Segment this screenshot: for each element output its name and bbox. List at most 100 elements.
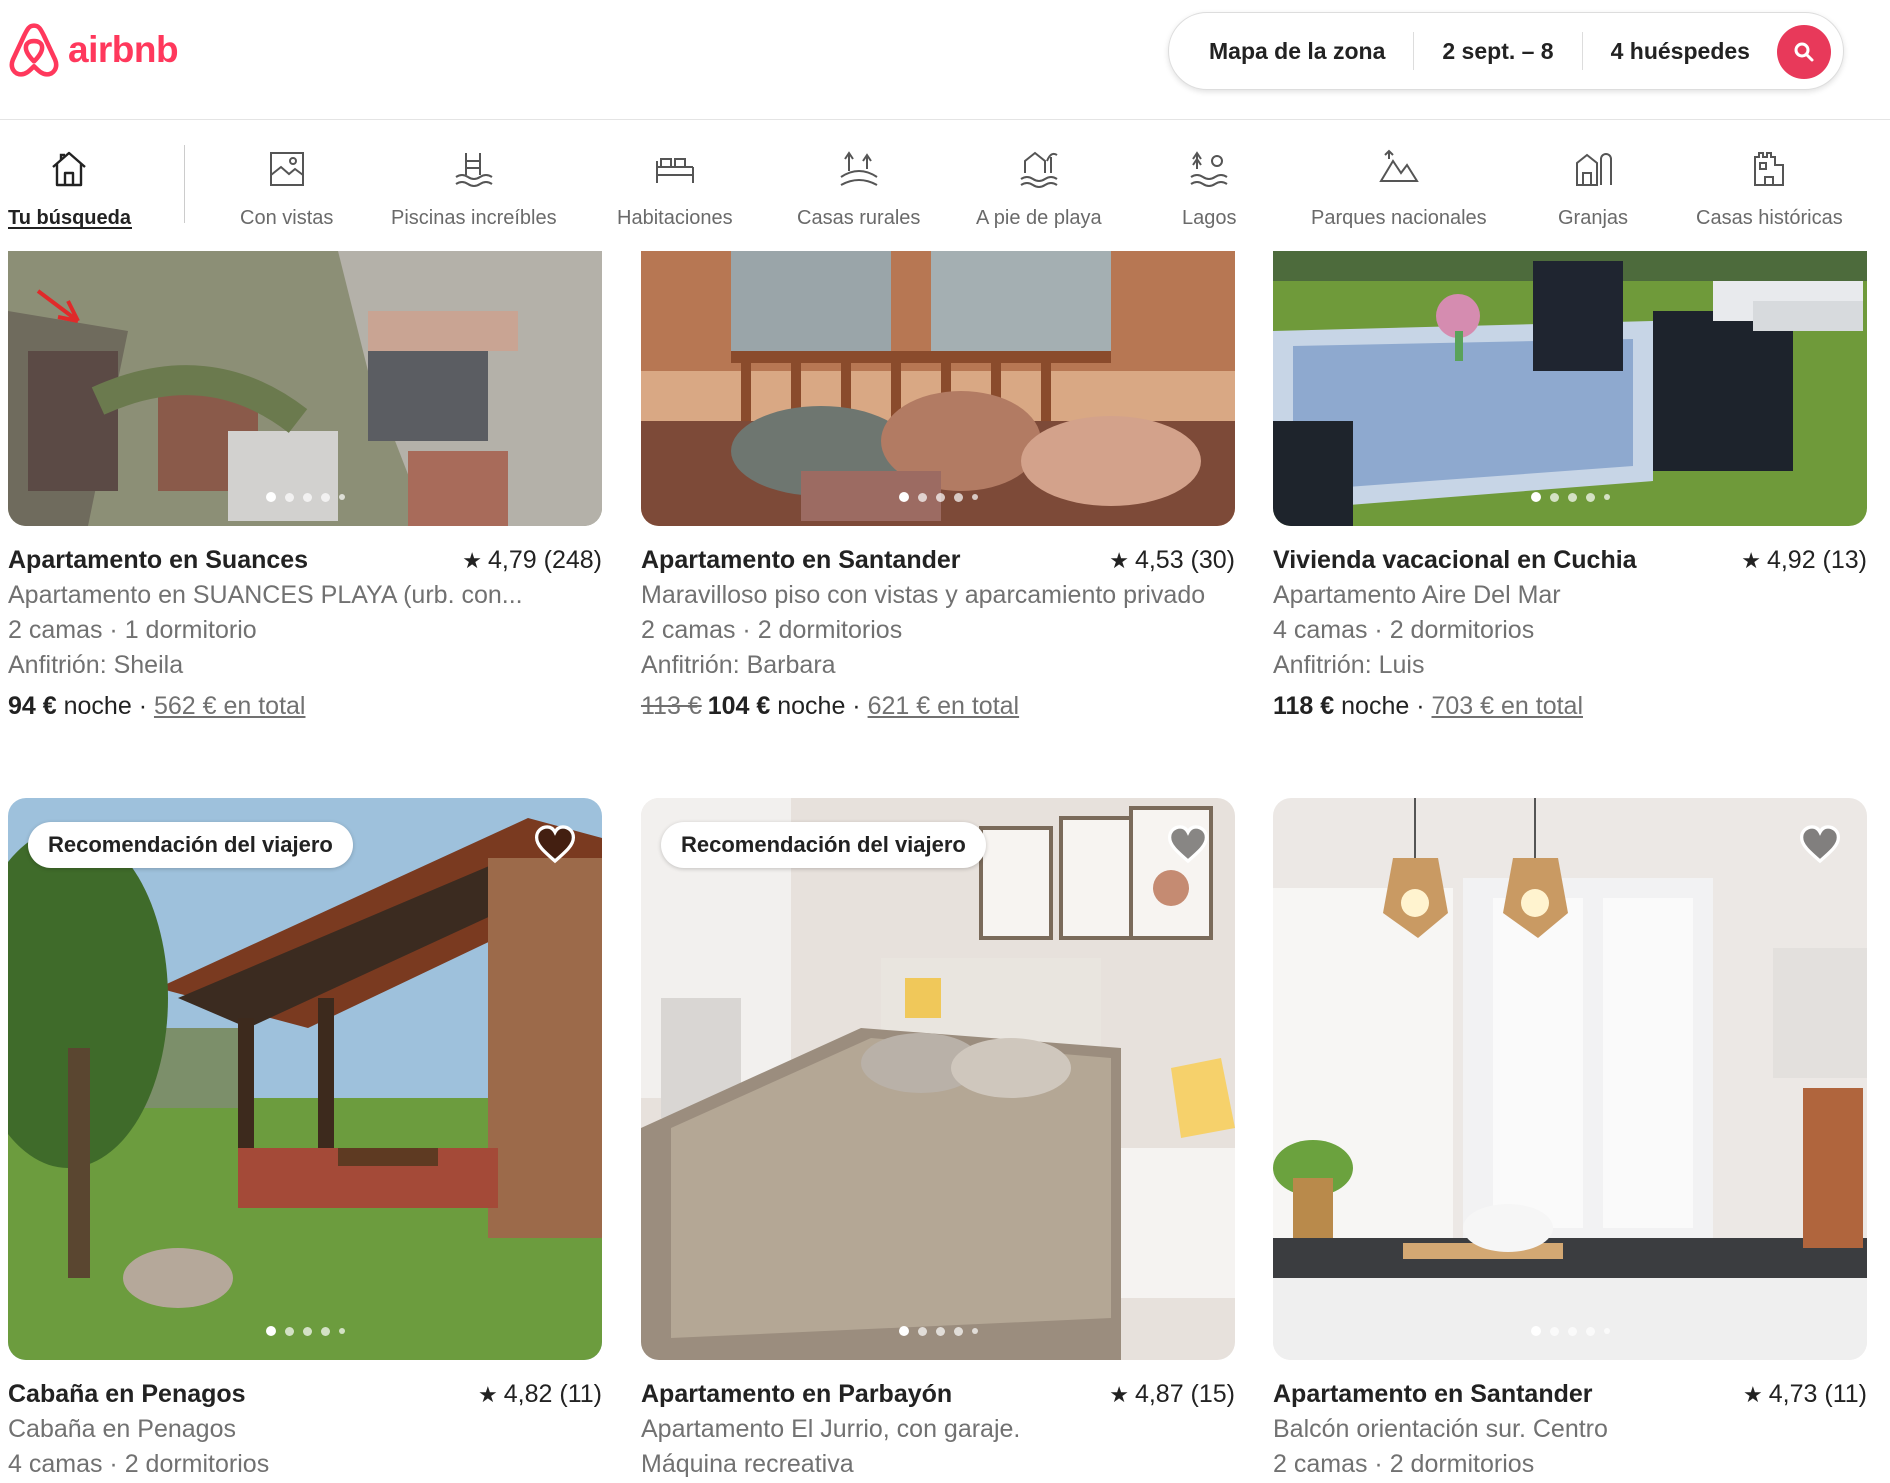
listing-price: 94 € noche · 562 € en total xyxy=(8,692,306,720)
category-piscinas[interactable]: Piscinas increíbles xyxy=(391,145,557,230)
pool-icon xyxy=(450,145,498,193)
category-label: Granjas xyxy=(1558,207,1629,229)
star-icon: ★ xyxy=(1109,1381,1129,1407)
photo-carousel-dots[interactable] xyxy=(641,492,1235,502)
listing-description: Apartamento Aire Del Mar xyxy=(1273,581,1561,609)
airbnb-logo[interactable]: airbnb xyxy=(8,22,179,78)
rating-value: 4,92 (13) xyxy=(1766,546,1867,574)
listing-host: Anfitrión: Barbara xyxy=(641,651,836,679)
category-tu-busqueda[interactable]: Tu búsqueda xyxy=(8,145,131,230)
price-total-link[interactable]: 621 € en total xyxy=(868,692,1020,720)
category-lagos[interactable]: Lagos xyxy=(1182,145,1237,230)
listing-beds: 4 camas · 2 dormitorios xyxy=(1273,616,1535,644)
listing-photo[interactable]: Recomendación del viajero xyxy=(641,798,1235,1360)
category-label: Habitaciones xyxy=(617,207,733,229)
listing-rating: ★ 4,92 (13) xyxy=(1741,546,1867,575)
rating-value: 4,82 (11) xyxy=(503,1380,602,1408)
listing-photo[interactable] xyxy=(1273,798,1867,1360)
listing-rating: ★ 4,87 (15) xyxy=(1109,1380,1235,1409)
photo-carousel-dots[interactable] xyxy=(8,1326,602,1336)
price-per-night: 118 € xyxy=(1273,692,1335,720)
listing-card[interactable]: Apartamento en Suances ★ 4,79 (248) Apart… xyxy=(8,251,602,721)
national-park-icon xyxy=(1375,145,1423,193)
photo-carousel-dots[interactable] xyxy=(1273,1326,1867,1336)
airbnb-logo-icon xyxy=(9,23,59,77)
listing-photo[interactable]: Recomendación del viajero xyxy=(8,798,602,1360)
category-label: Piscinas increíbles xyxy=(391,207,557,229)
star-icon: ★ xyxy=(1109,547,1129,573)
farm-icon xyxy=(1569,145,1617,193)
listing-card[interactable]: Recomendación del viajero Apartamento en… xyxy=(641,798,1235,1479)
price-total-link[interactable]: 562 € en total xyxy=(154,692,306,720)
category-label: Casas históricas xyxy=(1696,207,1843,229)
star-icon: ★ xyxy=(1743,1381,1763,1407)
countryside-icon xyxy=(835,145,883,193)
listing-title[interactable]: Apartamento en Suances xyxy=(8,546,308,575)
listing-description: Apartamento en SUANCES PLAYA (urb. con..… xyxy=(8,581,523,609)
listing-card[interactable]: Vivienda vacacional en Cuchia ★ 4,92 (13)… xyxy=(1273,251,1867,721)
price-per-night: 94 € xyxy=(8,692,57,720)
listing-card[interactable]: Apartamento en Santander ★ 4,53 (30) Mara… xyxy=(641,251,1235,721)
price-unit: noche xyxy=(1341,692,1410,720)
photo-carousel-dots[interactable] xyxy=(641,1326,1235,1336)
listing-beds: 2 camas · 2 dormitorios xyxy=(641,616,903,644)
category-casas-historicas[interactable]: Casas históricas xyxy=(1696,145,1843,230)
rating-value: 4,73 (11) xyxy=(1768,1380,1867,1408)
listing-card[interactable]: Apartamento en Santander ★ 4,73 (11) Balc… xyxy=(1273,798,1867,1479)
category-habitaciones[interactable]: Habitaciones xyxy=(617,145,733,230)
listing-description: Balcón orientación sur. Centro xyxy=(1273,1415,1608,1443)
photo-carousel-dots[interactable] xyxy=(8,492,602,502)
search-button[interactable] xyxy=(1777,25,1831,79)
heart-icon[interactable] xyxy=(1799,824,1841,864)
listing-title[interactable]: Apartamento en Santander xyxy=(641,546,961,575)
category-label: Con vistas xyxy=(240,207,334,229)
category-label: A pie de playa xyxy=(976,207,1102,229)
listing-title[interactable]: Apartamento en Santander xyxy=(1273,1380,1593,1409)
price-per-night: 104 € xyxy=(707,692,771,720)
listing-photo[interactable] xyxy=(8,251,602,526)
category-a-pie-de-playa[interactable]: A pie de playa xyxy=(976,145,1102,230)
category-bar: Tu búsqueda Con vistas Piscinas increíbl… xyxy=(0,121,1890,251)
listing-title[interactable]: Cabaña en Penagos xyxy=(8,1380,246,1409)
heart-icon[interactable] xyxy=(1167,824,1209,864)
listing-beds: 2 camas · 2 dormitorios xyxy=(1273,1450,1535,1478)
active-category-underline xyxy=(8,227,132,229)
brand-name: airbnb xyxy=(68,29,179,70)
listing-photo[interactable] xyxy=(641,251,1235,526)
listing-rating: ★ 4,82 (11) xyxy=(478,1380,602,1409)
rating-value: 4,53 (30) xyxy=(1134,546,1235,574)
heart-icon[interactable] xyxy=(534,824,576,864)
category-separator xyxy=(184,145,185,223)
search-bar[interactable]: Mapa de la zona 2 sept. – 8 4 huéspedes xyxy=(1168,12,1844,90)
lake-icon xyxy=(1185,145,1233,193)
listing-photo[interactable] xyxy=(1273,251,1867,526)
listing-rating: ★ 4,79 (248) xyxy=(462,546,602,575)
listing-rating: ★ 4,53 (30) xyxy=(1109,546,1235,575)
listing-title[interactable]: Apartamento en Parbayón xyxy=(641,1380,952,1409)
category-casas-rurales[interactable]: Casas rurales xyxy=(797,145,920,230)
guest-favorite-badge: Recomendación del viajero xyxy=(661,822,986,868)
search-guests[interactable]: 4 huéspedes xyxy=(1583,38,1778,65)
view-icon xyxy=(263,145,311,193)
star-icon: ★ xyxy=(478,1381,498,1407)
search-dates[interactable]: 2 sept. – 8 xyxy=(1414,38,1581,65)
search-location[interactable]: Mapa de la zona xyxy=(1169,38,1413,65)
price-unit: noche xyxy=(63,692,132,720)
search-icon xyxy=(1794,42,1814,62)
category-parques-nacionales[interactable]: Parques nacionales xyxy=(1311,145,1487,230)
listing-price: 113 €104 € noche · 621 € en total xyxy=(641,692,1020,720)
bed-icon xyxy=(651,145,699,193)
listing-description: Apartamento El Jurrio, con garaje. xyxy=(641,1415,1021,1443)
price-unit: noche xyxy=(777,692,846,720)
category-con-vistas[interactable]: Con vistas xyxy=(240,145,333,230)
category-label: Casas rurales xyxy=(797,207,921,229)
original-price: 113 € xyxy=(641,692,702,720)
listing-card[interactable]: Recomendación del viajero Cabaña en Pena… xyxy=(8,798,602,1479)
beachfront-icon xyxy=(1015,145,1063,193)
top-header: airbnb Mapa de la zona 2 sept. – 8 4 hué… xyxy=(0,0,1890,120)
listing-title[interactable]: Vivienda vacacional en Cuchia xyxy=(1273,546,1637,575)
photo-carousel-dots[interactable] xyxy=(1273,492,1867,502)
star-icon: ★ xyxy=(462,547,483,573)
price-total-link[interactable]: 703 € en total xyxy=(1431,692,1583,720)
category-granjas[interactable]: Granjas xyxy=(1558,145,1628,230)
